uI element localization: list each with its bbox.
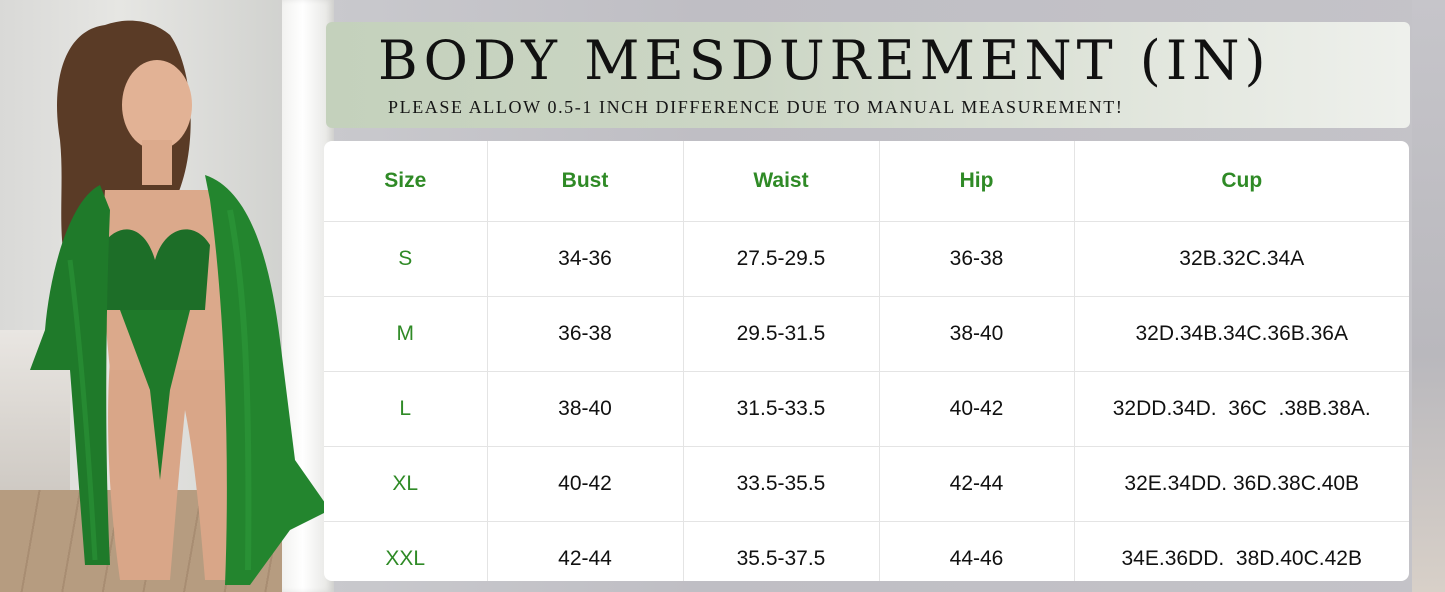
size-cell: XXL [324,521,488,581]
size-cell: L [324,371,488,447]
bust-cell: 36-38 [486,296,684,372]
header-waist: Waist [682,141,880,222]
bust-cell: 42-44 [486,521,684,581]
bust-cell: 40-42 [486,446,684,522]
size-cell: XL [324,446,488,522]
table-row: M 36-38 29.5-31.5 38-40 32D.34B.34C.36B.… [324,296,1409,372]
waist-cell: 35.5-37.5 [682,521,880,581]
waist-cell: 29.5-31.5 [682,296,880,372]
measurement-note: PLEASE ALLOW 0.5-1 INCH DIFFERENCE DUE T… [388,97,1124,117]
cup-cell: 34E.36DD. 38D.40C.42B [1073,521,1409,581]
header-bust: Bust [486,141,684,222]
size-chart-table: Size Bust Waist Hip Cup S 34-36 27.5-29.… [324,141,1409,581]
bust-cell: 38-40 [486,371,684,447]
model-photo [30,20,330,585]
hip-cell: 40-42 [878,371,1075,447]
bust-cell: 34-36 [486,221,684,297]
hip-cell: 36-38 [878,221,1075,297]
waist-cell: 27.5-29.5 [682,221,880,297]
header-cup: Cup [1073,141,1409,222]
size-cell: M [324,296,488,372]
size-chart-card: Size Bust Waist Hip Cup S 34-36 27.5-29.… [324,141,1409,581]
waist-cell: 33.5-35.5 [682,446,880,522]
waist-cell: 31.5-33.5 [682,371,880,447]
cup-cell: 32E.34DD. 36D.38C.40B [1073,446,1409,522]
header-hip: Hip [878,141,1075,222]
background-right-edge [1412,0,1445,592]
cup-cell: 32D.34B.34C.36B.36A [1073,296,1409,372]
hip-cell: 38-40 [878,296,1075,372]
header-row: Size Bust Waist Hip Cup [324,141,1409,222]
cup-cell: 32B.32C.34A [1073,221,1409,297]
page-title: BODY MESDUREMENT (IN) [378,29,1271,92]
table-row: XXL 42-44 35.5-37.5 44-46 34E.36DD. 38D.… [324,521,1409,581]
table-row: L 38-40 31.5-33.5 40-42 32DD.34D. 36C .3… [324,371,1409,447]
hip-cell: 44-46 [878,521,1075,581]
hip-cell: 42-44 [878,446,1075,522]
header-size: Size [324,141,488,222]
cup-cell: 32DD.34D. 36C .38B.38A. [1073,371,1409,447]
table-row: S 34-36 27.5-29.5 36-38 32B.32C.34A [324,221,1409,297]
size-cell: S [324,221,488,297]
table-row: XL 40-42 33.5-35.5 42-44 32E.34DD. 36D.3… [324,446,1409,522]
